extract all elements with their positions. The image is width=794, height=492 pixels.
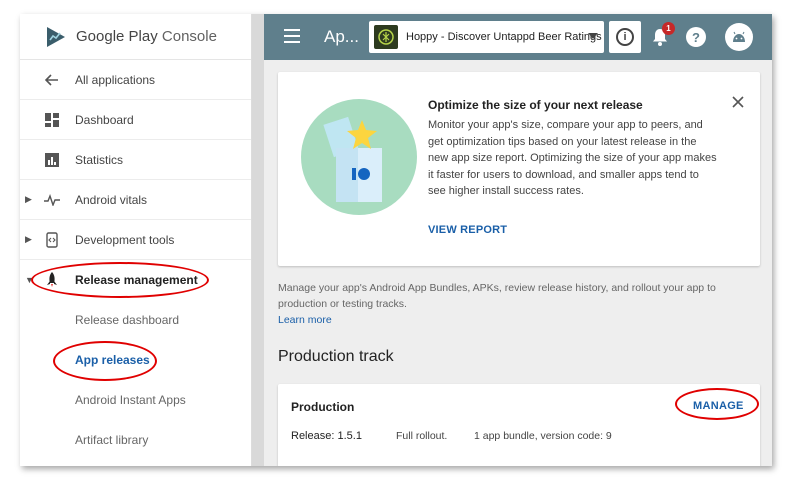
sidebar-subitem-label: Android Instant Apps — [75, 393, 186, 407]
info-icon: i — [616, 28, 634, 46]
statistics-icon — [44, 152, 60, 168]
selected-app-name: Hoppy - Discover Untappd Beer Ratings — [406, 31, 602, 43]
dropdown-caret-icon — [588, 33, 598, 39]
app-thumbnail-icon — [374, 25, 398, 49]
sidebar-item-label: Dashboard — [75, 112, 134, 127]
release-intro-text: Manage your app's Android App Bundles, A… — [278, 280, 748, 328]
sidebar-subitem-label: Release dashboard — [75, 313, 180, 327]
sidebar-item-dashboard[interactable]: Dashboard — [20, 100, 251, 140]
sidebar-item-android-vitals[interactable]: ▶ Android vitals — [20, 180, 251, 220]
notification-count-badge: 1 — [662, 22, 675, 35]
app-size-promo-card: Optimize the size of your next release M… — [278, 72, 760, 266]
sidebar-item-all-applications[interactable]: All applications — [20, 60, 251, 100]
manage-button[interactable]: MANAGE — [693, 400, 744, 412]
sidebar-item-label: Development tools — [75, 232, 175, 247]
release-version: Release: 1.5.1 — [291, 430, 362, 442]
dev-tools-icon — [44, 231, 60, 248]
android-icon — [733, 31, 745, 42]
sidebar-subitem-artifact-library[interactable]: Artifact library — [20, 420, 251, 460]
rocket-icon — [44, 272, 60, 288]
expand-caret-icon[interactable]: ▶ — [25, 234, 32, 245]
sidebar-item-label: Android vitals — [75, 192, 148, 207]
vitals-icon — [44, 192, 60, 208]
expand-caret-icon[interactable]: ▶ — [25, 194, 32, 205]
brand[interactable]: Google Play Console — [20, 14, 251, 60]
dashboard-icon — [44, 112, 60, 128]
sidebar-subitem-app-releases[interactable]: App releases — [20, 340, 251, 380]
close-icon[interactable] — [728, 92, 748, 112]
account-avatar[interactable] — [725, 23, 753, 51]
promo-title: Optimize the size of your next release — [428, 98, 643, 112]
info-button[interactable]: i — [609, 21, 641, 53]
promo-body: Monitor your app's size, compare your ap… — [428, 119, 717, 197]
sidebar-item-label: Statistics — [75, 152, 124, 167]
main-content: Optimize the size of your next release M… — [264, 60, 772, 466]
production-track-card: Production MANAGE Release: 1.5.1 Full ro… — [278, 384, 760, 466]
top-app-bar: Ap... Hoppy - Discover Untappd Beer Rati… — [264, 14, 772, 60]
sidebar-scrollbar[interactable] — [252, 14, 264, 466]
production-track-heading: Production track — [278, 348, 394, 365]
app-size-illustration-icon — [301, 99, 417, 215]
sidebar-subitem-android-instant-apps[interactable]: Android Instant Apps — [20, 380, 251, 420]
sidebar-item-release-management[interactable]: ▼ Release management — [20, 260, 251, 300]
sidebar-item-label: Release management — [75, 273, 198, 287]
learn-more-link[interactable]: Learn more — [278, 314, 332, 326]
page-title: Ap... — [324, 27, 359, 46]
sidebar-subitem-release-dashboard[interactable]: Release dashboard — [20, 300, 251, 340]
sidebar-item-development-tools[interactable]: ▶ Development tools — [20, 220, 251, 260]
collapse-caret-icon[interactable]: ▼ — [25, 275, 34, 285]
sidebar: Google Play Console All applications Das… — [20, 14, 252, 466]
intro-description: Manage your app's Android App Bundles, A… — [278, 282, 716, 310]
arrow-back-icon — [44, 72, 60, 88]
app-selector-dropdown[interactable]: Hoppy - Discover Untappd Beer Ratings — [369, 21, 604, 53]
sidebar-item-statistics[interactable]: Statistics — [20, 140, 251, 180]
bundle-info: 1 app bundle, version code: 9 — [474, 430, 612, 442]
hamburger-menu-icon[interactable] — [284, 29, 300, 43]
sidebar-subitem-label: App releases — [75, 353, 150, 367]
sidebar-item-label: All applications — [75, 72, 156, 87]
rollout-status: Full rollout. — [396, 430, 448, 442]
console-window: Google Play Console All applications Das… — [20, 14, 772, 466]
sidebar-subitem-label: Artifact library — [75, 433, 149, 447]
brand-name: Google Play Console — [76, 28, 217, 45]
production-card-title: Production — [291, 400, 355, 414]
view-report-link[interactable]: VIEW REPORT — [428, 224, 507, 236]
help-icon[interactable]: ? — [686, 27, 706, 47]
play-console-logo-icon — [47, 26, 65, 47]
